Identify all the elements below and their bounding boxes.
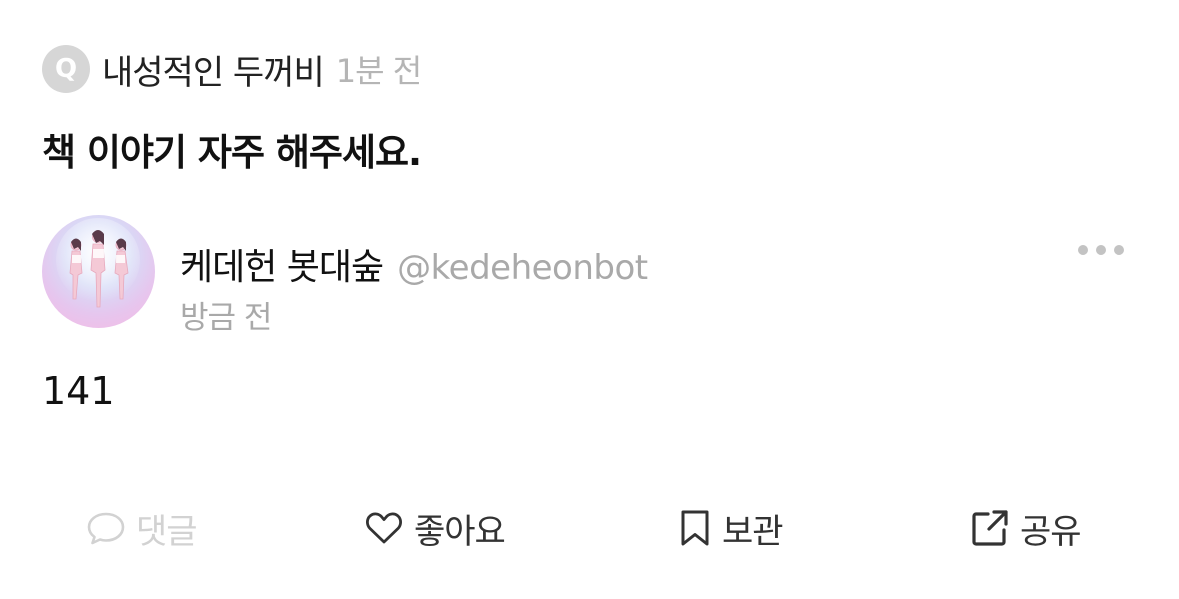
like-label: 좋아요 — [414, 511, 506, 552]
share-button[interactable]: 공유 — [970, 500, 1082, 556]
post-timestamp: 방금 전 — [180, 300, 272, 336]
avatar[interactable] — [42, 215, 155, 328]
comment-label: 댓글 — [136, 511, 198, 552]
more-dot — [1078, 245, 1088, 255]
speech-bubble-icon — [87, 512, 125, 545]
action-bar: 댓글 좋아요 보관 공유 — [0, 500, 1179, 556]
author-handle[interactable]: @kedeheonbot — [397, 248, 648, 288]
avatar-image — [56, 218, 140, 308]
author-name[interactable]: 케데헌 봇대숲 — [180, 238, 384, 290]
question-timestamp: 1분 전 — [335, 52, 422, 90]
like-button[interactable]: 좋아요 — [364, 500, 506, 556]
question-header: Q 내성적인 두꺼비 1분 전 — [42, 44, 422, 94]
more-dot — [1114, 245, 1124, 255]
save-button[interactable]: 보관 — [678, 500, 784, 556]
heart-icon — [366, 512, 402, 544]
more-dot — [1096, 245, 1106, 255]
share-out-icon — [972, 510, 1008, 546]
share-label: 공유 — [1020, 511, 1082, 552]
question-badge: Q — [42, 45, 90, 93]
asker-name[interactable]: 내성적인 두꺼비 — [102, 45, 325, 94]
more-options-button[interactable] — [1078, 236, 1124, 264]
save-label: 보관 — [722, 511, 784, 552]
bookmark-icon — [681, 510, 709, 546]
question-text: 책 이야기 자주 해주세요. — [42, 131, 422, 174]
answer-text: 141 — [42, 369, 115, 413]
author-name-row[interactable]: 케데헌 봇대숲 @kedeheonbot — [180, 238, 648, 290]
comment-button[interactable]: 댓글 — [86, 500, 198, 556]
